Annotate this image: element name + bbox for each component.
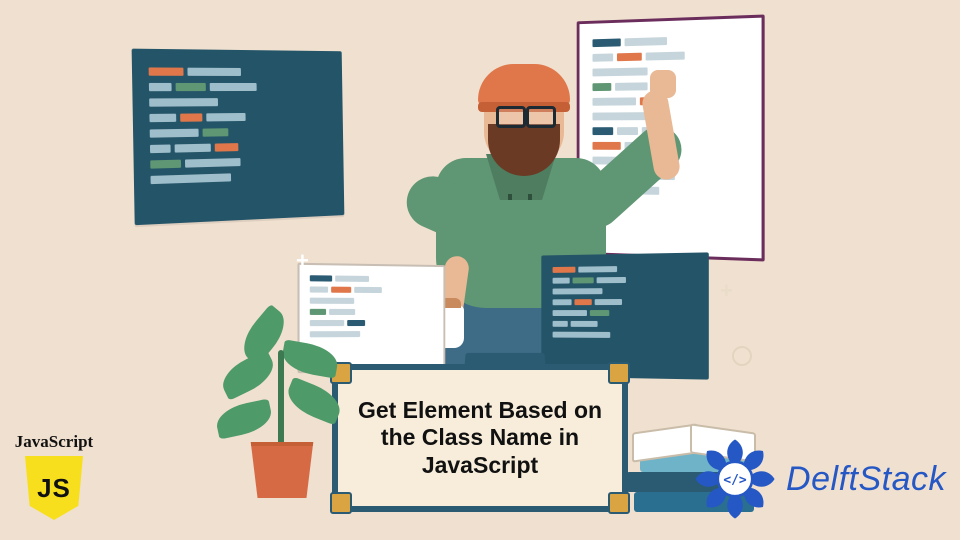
- circle-decoration-icon: [732, 346, 752, 366]
- code-panel-bottom-right: [541, 252, 709, 379]
- svg-text:</>: </>: [723, 473, 747, 488]
- javascript-badge-label: JavaScript: [4, 432, 104, 452]
- plus-decoration-icon: +: [720, 278, 733, 304]
- title-plaque: Get Element Based on the Class Name in J…: [332, 364, 628, 512]
- delftstack-logo: </> DelftStack: [692, 436, 946, 522]
- javascript-badge: JavaScript JS: [4, 432, 104, 520]
- code-panel-top-left: [132, 49, 345, 226]
- glasses-icon: [496, 106, 556, 122]
- delftstack-mark-icon: </>: [692, 436, 778, 522]
- delftstack-name: DelftStack: [786, 460, 946, 499]
- plus-decoration-icon: +: [296, 248, 309, 274]
- js-shield-icon: JS: [25, 456, 83, 520]
- illustration-stage: + + Get Element Based on the Class Name …: [0, 0, 960, 540]
- beanie-hat-icon: [478, 64, 570, 106]
- article-title: Get Element Based on the Class Name in J…: [354, 397, 606, 478]
- potted-plant-icon: [212, 316, 352, 516]
